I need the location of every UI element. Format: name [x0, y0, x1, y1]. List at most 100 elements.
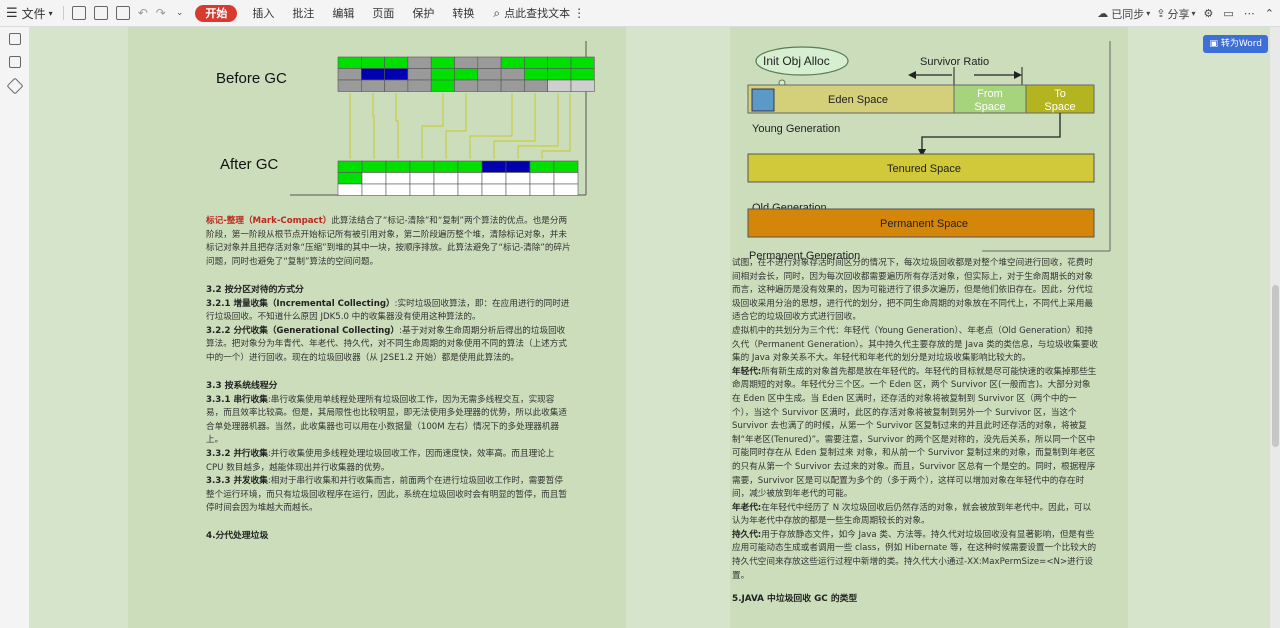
tab-convert[interactable]: 转换 — [443, 5, 483, 21]
before-gc-label: Before GC — [216, 70, 287, 87]
memory-cell — [457, 183, 483, 196]
memory-cell — [361, 79, 385, 92]
gc-copy-arrows — [349, 93, 571, 159]
copy-arrow — [469, 93, 513, 159]
generations-figure: Init Obj Alloc Survivor Ratio Eden Space… — [747, 41, 1111, 262]
heading-3-2: 3.2 按分区对待的方式分 — [206, 285, 304, 295]
comment-icon[interactable]: ▭ — [1223, 7, 1233, 20]
document-view: Before GC After GC 标记-整理（Mark-Compact）此算… — [30, 27, 1270, 628]
memory-cell — [384, 79, 409, 92]
scrollbar-thumb[interactable] — [1272, 285, 1279, 447]
memory-cell — [553, 160, 579, 173]
tab-edit[interactable]: 编辑 — [323, 5, 363, 21]
para-generations: 虚拟机中的共划分为三个代：年轻代（Young Generation）、年老点（O… — [732, 325, 1098, 364]
after-gc-grid — [337, 160, 579, 196]
more-vertical-icon: ⋮ — [573, 6, 586, 20]
search-icon: ⌕ — [493, 5, 501, 20]
hamburger-icon: ☰ — [6, 5, 18, 21]
tab-insert[interactable]: 插入 — [243, 5, 283, 21]
search-box[interactable]: ⌕ 点此查找文本 ⋮ — [487, 0, 591, 27]
memory-cell — [407, 56, 432, 69]
memory-cell — [481, 172, 507, 185]
memory-cell — [361, 160, 387, 173]
open-folder-icon[interactable] — [71, 6, 86, 20]
collapse-icon[interactable]: ⌃ — [1265, 7, 1274, 20]
file-menu[interactable]: ☰ 文件 ▾ — [0, 0, 59, 27]
memory-cell — [457, 172, 483, 185]
tab-page[interactable]: 页面 — [363, 5, 403, 21]
chevron-down-icon: ▾ — [1191, 9, 1196, 18]
from-space-text: From — [977, 88, 1003, 100]
memory-cell — [385, 160, 411, 173]
memory-cell — [570, 79, 595, 92]
undo-icon[interactable]: ↶ — [138, 6, 148, 20]
heading-5: 5.JAVA 中垃圾回收 GC 的类型 — [732, 594, 858, 605]
memory-cell — [477, 79, 502, 92]
print-icon[interactable] — [115, 6, 130, 20]
share-button[interactable]: 分享 — [1167, 6, 1189, 22]
memory-cell — [337, 160, 363, 173]
convert-to-word-label: 转为Word — [1220, 39, 1262, 49]
heading-3-2-2: 3.2.2 分代收集（Generational Collecting） — [206, 325, 400, 336]
memory-cell — [570, 56, 595, 69]
new-object-marker — [751, 88, 775, 112]
from-space-label: From Space — [974, 88, 1005, 113]
toolbar-right: ☁ 已同步 ▾ ⇪ 分享 ▾ ⚙ ▭ ⋯ ⌃ — [1097, 0, 1274, 27]
copy-arrow — [421, 93, 444, 159]
convert-to-word-button[interactable]: ▣ 转为Word — [1203, 35, 1268, 53]
old-gen-title: 年老代: — [732, 502, 762, 513]
memory-cell — [454, 79, 479, 92]
memory-cell — [430, 79, 455, 92]
young-gen-title: 年轻代: — [732, 366, 762, 377]
section-3-2: 3.2 按分区对待的方式分 3.2.1 增量收集（Incremental Col… — [206, 285, 570, 363]
heading-3-3-1: 3.3.1 串行收集 — [206, 394, 268, 405]
share-icon: ⇪ — [1156, 7, 1166, 20]
tab-protect[interactable]: 保护 — [403, 5, 443, 21]
vertical-scrollbar[interactable] — [1270, 27, 1280, 628]
memory-cell — [361, 68, 385, 81]
copy-arrow — [395, 93, 399, 159]
memory-cell — [481, 183, 507, 196]
tab-start[interactable]: 开始 — [195, 4, 238, 22]
memory-cell — [384, 68, 409, 81]
chevron-down-icon: ▾ — [1146, 9, 1151, 18]
sync-status[interactable]: 已同步 — [1111, 6, 1144, 22]
gc-compaction-figure: Before GC After GC — [216, 41, 595, 196]
mark-compact-paragraph: 标记-整理（Mark-Compact）此算法结合了“标记-清除”和“复制”两个算… — [206, 215, 571, 269]
memory-cell — [384, 56, 409, 69]
heading-3-3-2: 3.3.2 并行收集 — [206, 448, 268, 459]
more-chevron-icon[interactable]: ⌄ — [176, 8, 184, 18]
memory-cell — [547, 79, 572, 92]
memory-cell — [524, 79, 548, 92]
chevron-down-icon: ▾ — [48, 8, 53, 18]
tab-annotate[interactable]: 批注 — [283, 5, 323, 21]
document-page-right: Init Obj Alloc Survivor Ratio Eden Space… — [730, 27, 1128, 628]
memory-cell — [570, 68, 595, 81]
memory-cell — [407, 68, 432, 81]
search-label: 点此查找文本 — [504, 7, 571, 20]
memory-cell — [500, 68, 525, 81]
image-icon[interactable] — [9, 56, 21, 68]
word-icon: ▣ — [1209, 39, 1221, 49]
memory-cell — [407, 79, 432, 92]
memory-cell — [524, 68, 548, 81]
memory-cell — [547, 56, 572, 69]
memory-cell — [385, 172, 411, 185]
save-icon[interactable] — [93, 6, 108, 20]
eden-space-label: Eden Space — [828, 94, 888, 106]
tool-icon[interactable] — [6, 77, 24, 95]
memory-cell — [477, 68, 502, 81]
redo-icon[interactable]: ↷ — [156, 6, 166, 20]
more-horizontal-icon[interactable]: ⋯ — [1244, 7, 1255, 20]
para-partition: 试图，在不进行对象存活时间区分的情况下，每次垃圾回收都是对整个堆空间进行回收，花… — [732, 258, 1093, 323]
copy-arrow — [372, 93, 375, 159]
file-menu-label: 文件 — [21, 6, 46, 21]
memory-cell — [505, 172, 531, 185]
memory-cell — [454, 56, 479, 69]
memory-cell — [337, 68, 362, 81]
old-gen-body: 在年轻代中经历了 N 次垃圾回收后仍然存活的对象，就会被放到年老代中。因此，可以… — [732, 502, 1092, 527]
outline-icon[interactable] — [9, 33, 21, 45]
memory-cell — [409, 172, 435, 185]
copy-arrow — [517, 93, 559, 159]
settings-icon[interactable]: ⚙ — [1204, 7, 1214, 20]
